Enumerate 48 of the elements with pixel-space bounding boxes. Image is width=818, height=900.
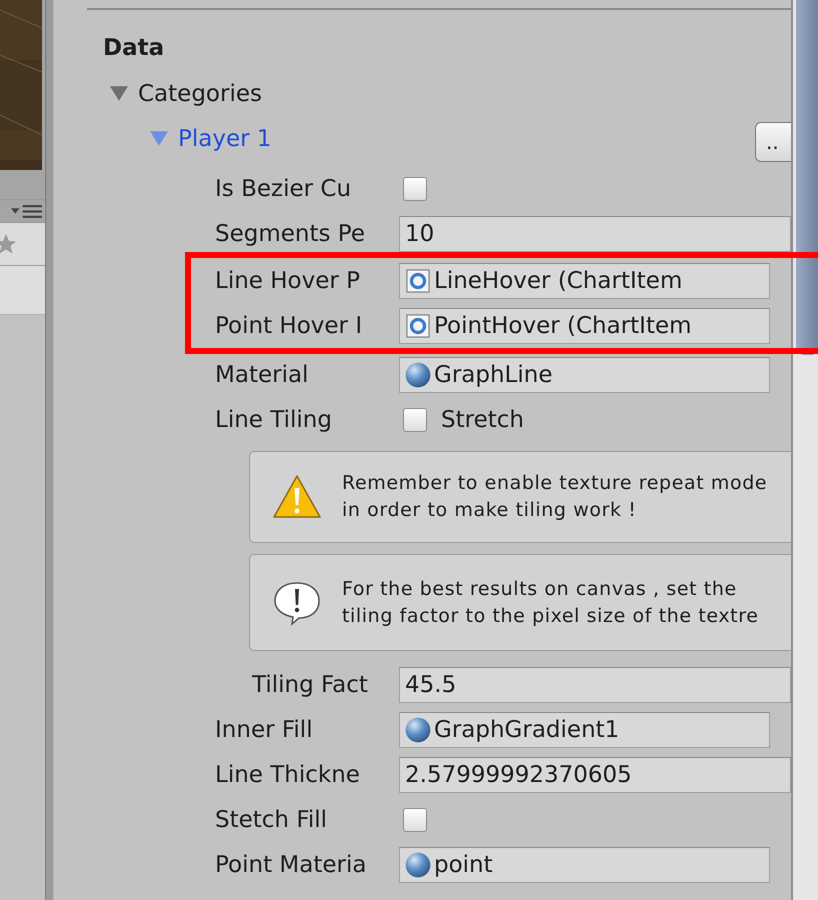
object-field[interactable]: LineHover (ChartItem	[399, 262, 770, 298]
sphere-icon	[405, 716, 431, 742]
star-icon[interactable]	[0, 232, 18, 256]
asset-name: GraphLine	[434, 362, 552, 388]
field-label: Material	[215, 362, 310, 388]
object-field[interactable]: PointHover (ChartItem	[399, 308, 770, 344]
sphere-icon	[405, 852, 431, 878]
help-text: Remember to enable texture repeat mode in order to make tiling work !	[342, 471, 768, 523]
field-label: Stetch Fill	[215, 806, 328, 832]
asset-icon	[405, 312, 431, 338]
info-icon	[272, 580, 322, 626]
scrollbar[interactable]	[791, 0, 818, 900]
foldout-label[interactable]: Categories	[138, 80, 262, 106]
asset-icon	[405, 268, 431, 294]
sphere-icon	[405, 362, 431, 388]
field-label: Is Bezier Cu	[215, 176, 352, 202]
number-field[interactable]: 10	[399, 216, 791, 252]
object-field[interactable]: GraphGradient1	[399, 712, 770, 748]
object-field[interactable]: point	[399, 846, 770, 882]
checkbox[interactable]	[403, 808, 427, 832]
warning-icon	[272, 474, 322, 520]
field-label: Point Materia	[215, 852, 368, 878]
checkbox-label: Stretch	[441, 406, 524, 432]
foldout-label[interactable]: Player 1	[178, 126, 272, 152]
asset-name: GraphGradient1	[434, 716, 620, 742]
checkbox[interactable]	[403, 408, 427, 432]
number-field[interactable]: 45.5	[399, 666, 791, 702]
section-title: Data	[103, 34, 164, 63]
number-field[interactable]: 2.57999992370605	[399, 756, 791, 792]
checkbox[interactable]	[403, 176, 427, 200]
help-text: For the best results on canvas , set the tiling factor to the pixel size of the textre	[342, 576, 760, 628]
field-label: Line Tiling	[215, 406, 333, 432]
field-label: Tiling Fact	[252, 672, 369, 698]
scrollbar-thumb[interactable]	[796, 0, 818, 355]
foldout-arrow-icon[interactable]	[150, 131, 168, 146]
object-field[interactable]: GraphLine	[399, 356, 770, 392]
field-label: Inner Fill	[215, 716, 314, 742]
field-label: Point Hover I	[215, 312, 364, 338]
asset-name: LineHover (ChartItem	[434, 268, 682, 294]
field-label: Line Hover P	[215, 268, 362, 294]
field-label: Line Thickne	[215, 762, 361, 788]
menu-icon[interactable]	[9, 204, 45, 218]
splitter-bar[interactable]	[45, 0, 54, 900]
list-row[interactable]	[0, 266, 45, 315]
field-label: Segments Pe	[215, 220, 366, 246]
asset-name: point	[434, 852, 493, 878]
asset-name: PointHover (ChartItem	[434, 312, 692, 338]
foldout-arrow-icon[interactable]	[110, 86, 128, 101]
